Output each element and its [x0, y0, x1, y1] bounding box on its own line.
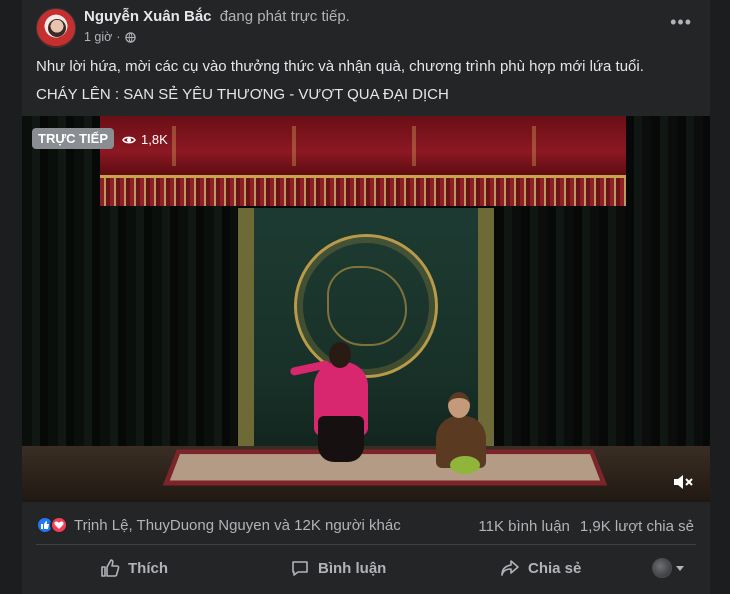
post-caption-line2: CHÁY LÊN : SAN SẺ YÊU THƯƠNG - VƯỢT QUA …	[36, 86, 449, 103]
share-arrow-icon	[501, 560, 519, 576]
action-divider	[36, 544, 696, 545]
performer-skirt	[318, 416, 364, 462]
post-timestamp[interactable]: 1 giờ	[84, 30, 112, 44]
author-name[interactable]: Nguyễn Xuân Bắc	[84, 8, 212, 25]
love-reaction-icon	[50, 516, 68, 534]
share-button-label: Chia sẻ	[528, 559, 582, 577]
share-count[interactable]: 1,9K lượt chia sẻ	[580, 518, 694, 535]
viewer-count-value: 1,8K	[141, 132, 168, 147]
like-button-label: Thích	[128, 559, 168, 577]
viewer-count: 1,8K	[117, 128, 173, 151]
performer-seated-head	[448, 392, 470, 418]
like-button[interactable]: Thích	[100, 550, 168, 586]
profile-switcher[interactable]	[652, 558, 684, 578]
comment-count[interactable]: 11K bình luận	[478, 518, 569, 535]
valance-fringe	[100, 178, 626, 206]
comment-icon	[292, 561, 308, 576]
page-background-right	[710, 0, 730, 594]
share-button[interactable]: Chia sẻ	[500, 550, 581, 586]
page-background-left	[0, 0, 22, 594]
eye-icon	[122, 136, 136, 143]
live-post-card: Nguyễn Xuân Bắc đang phát trực tiếp. 1 g…	[22, 0, 710, 594]
author-avatar[interactable]	[36, 8, 76, 48]
meta-separator: ·	[116, 30, 121, 44]
globe-icon[interactable]	[124, 31, 136, 43]
comment-button[interactable]: Bình luận	[290, 550, 386, 586]
reaction-summary[interactable]: Trịnh Lệ, ThuyDuong Nguyen và 12K người …	[36, 516, 401, 534]
comment-button-label: Bình luận	[318, 559, 387, 577]
reactors-text[interactable]: Trịnh Lệ, ThuyDuong Nguyen và 12K người …	[74, 517, 401, 534]
valance-pattern	[112, 126, 612, 166]
user-avatar	[652, 558, 672, 578]
post-meta: 1 giờ ·	[84, 30, 136, 44]
avatar-portrait	[48, 19, 66, 37]
live-badge[interactable]: TRỰC TIẾP	[32, 128, 115, 149]
live-status-text: đang phát trực tiếp.	[219, 8, 350, 25]
thumbs-up-icon	[101, 559, 120, 577]
chevron-down-icon	[676, 565, 684, 571]
fruit-basket	[450, 456, 480, 474]
post-header: Nguyễn Xuân Bắc đang phát trực tiếp. 1 g…	[22, 0, 710, 54]
stage-rug	[162, 449, 608, 486]
engagement-counts: 11K bình luận 1,9K lượt chia sẻ	[478, 518, 694, 535]
more-options-icon[interactable]: •••	[670, 12, 692, 33]
post-actions-bar: Thích Bình luận Chia sẻ	[22, 548, 710, 588]
post-caption-line1: Như lời hứa, mời các cụ vào thưởng thức …	[36, 58, 644, 75]
speaker-muted-icon[interactable]	[672, 472, 694, 492]
live-video-player[interactable]: TRỰC TIẾP 1,8K	[22, 116, 710, 502]
author-line: Nguyễn Xuân Bắc đang phát trực tiếp.	[84, 8, 350, 25]
performer-head	[329, 342, 351, 368]
